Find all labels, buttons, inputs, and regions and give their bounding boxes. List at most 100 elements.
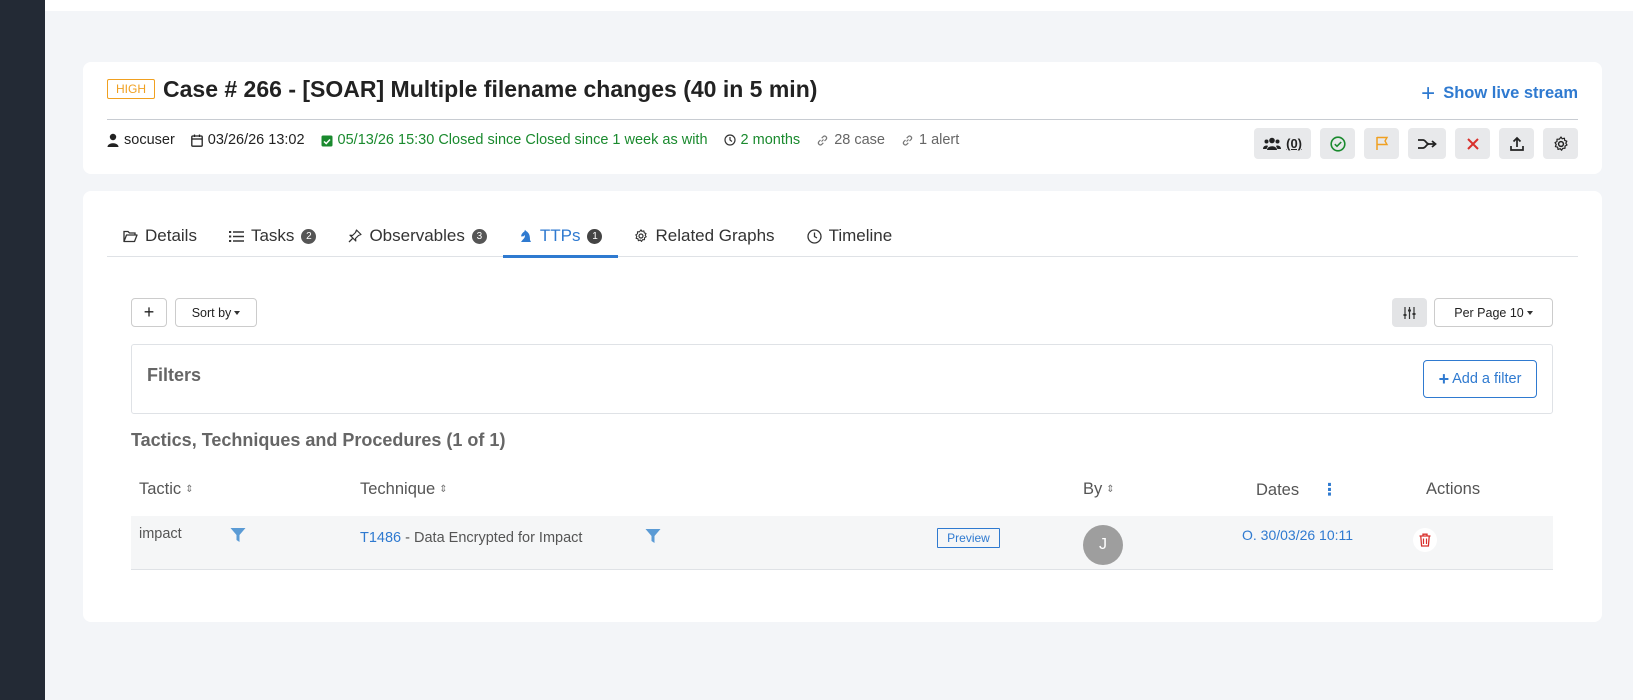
add-ttp-button[interactable]: +	[131, 298, 167, 327]
related-cases-link[interactable]: 28 case	[816, 132, 885, 148]
app-topbar	[45, 0, 1633, 11]
technique-name: - Data Encrypted for Impact	[401, 530, 583, 546]
chess-knight-icon	[520, 229, 531, 242]
severity-badge: HIGH	[107, 79, 155, 99]
sort-by-label: Sort by	[191, 305, 232, 320]
gear-icon	[635, 229, 648, 242]
gear-icon	[1553, 135, 1568, 151]
plus-icon: +	[1438, 368, 1450, 389]
filter-toggle-button[interactable]	[1392, 298, 1427, 327]
ttps-table-header: Tactic ⇕ Technique ⇕ By ⇕ Dates ⋮ Action…	[131, 476, 1553, 506]
per-page-dropdown[interactable]: Per Page 10	[1434, 298, 1553, 327]
sharing-button[interactable]: (0)	[1254, 128, 1311, 159]
trash-icon	[1419, 533, 1431, 547]
users-icon	[1263, 137, 1282, 150]
clock-icon	[806, 228, 822, 244]
sort-icon: ⇕	[185, 484, 194, 495]
app-sidebar	[0, 0, 45, 700]
tab-related-graphs-label: Related Graphs	[655, 226, 775, 245]
filter-funnel-icon[interactable]	[645, 528, 661, 544]
related-cases-text: 28 case	[834, 132, 885, 148]
close-case-button[interactable]	[1320, 128, 1355, 159]
filters-panel: Filters + Add a filter	[131, 344, 1553, 414]
column-header-tactic[interactable]: Tactic ⇕	[139, 480, 194, 499]
case-closed-status: 05/13/26 15:30 Closed since Closed since…	[321, 132, 708, 148]
technique-cell: T1486 - Data Encrypted for Impact	[360, 530, 582, 546]
column-header-dates: Dates ⋮	[1256, 480, 1338, 500]
column-by-label: By	[1083, 480, 1103, 498]
flag-case-button[interactable]	[1364, 128, 1399, 159]
avatar: J	[1083, 525, 1123, 565]
delete-case-button[interactable]	[1455, 128, 1490, 159]
merge-case-button[interactable]	[1408, 128, 1446, 159]
related-alerts-link[interactable]: 1 alert	[901, 132, 959, 148]
column-header-by[interactable]: By ⇕	[1083, 480, 1115, 499]
folder-open-icon	[123, 230, 138, 242]
link-icon	[818, 135, 828, 145]
column-actions-label: Actions	[1426, 480, 1481, 498]
clock-icon	[723, 134, 736, 146]
tab-observables-label: Observables	[369, 226, 465, 245]
calendar-icon	[190, 134, 203, 147]
case-closed-text: 05/13/26 15:30 Closed since Closed since…	[337, 132, 708, 148]
upload-icon	[1509, 136, 1524, 151]
case-settings-button[interactable]	[1543, 128, 1578, 159]
case-duration-text: 2 months	[740, 132, 801, 148]
add-filter-button[interactable]: + Add a filter	[1423, 360, 1537, 398]
show-live-stream-button[interactable]: + Show live stream	[1421, 79, 1578, 107]
tab-tasks-label: Tasks	[250, 226, 295, 245]
list-icon	[228, 230, 244, 242]
per-page-label: Per Page 10	[1454, 305, 1524, 320]
table-row: impact T1486 - Data Encrypted for Impact…	[131, 516, 1553, 570]
sort-by-dropdown[interactable]: Sort by	[175, 298, 257, 327]
case-header-card: HIGH Case # 266 - [SOAR] Multiple filena…	[83, 62, 1602, 174]
sort-icon: ⇕	[1106, 484, 1115, 495]
check-circle-icon	[1329, 135, 1346, 152]
caret-down-icon	[1526, 310, 1533, 315]
merge-icon	[1418, 138, 1437, 149]
related-alerts-text: 1 alert	[918, 132, 960, 148]
pin-icon	[348, 229, 363, 243]
column-tactic-label: Tactic	[139, 480, 182, 498]
sharing-count: (0)	[1286, 136, 1302, 151]
technique-id-link[interactable]: T1486	[360, 530, 401, 546]
tab-ttps-label: TTPs	[539, 226, 581, 245]
tab-observables[interactable]: Observables 3	[332, 215, 502, 257]
tab-tasks[interactable]: Tasks 2	[213, 215, 332, 257]
calendar-check-icon	[321, 135, 333, 146]
caret-down-icon	[234, 310, 241, 315]
user-icon	[107, 133, 119, 147]
case-actions-bar: (0)	[1254, 128, 1578, 159]
sort-icon: ⇕	[439, 484, 448, 495]
tab-details-label: Details	[145, 226, 197, 245]
kebab-menu-icon[interactable]: ⋮	[1321, 480, 1338, 500]
delete-ttp-button[interactable]	[1413, 528, 1437, 552]
tab-related-graphs[interactable]: Related Graphs	[618, 215, 790, 257]
column-header-actions: Actions	[1426, 480, 1480, 499]
tab-timeline[interactable]: Timeline	[791, 215, 909, 257]
sliders-icon	[1403, 306, 1416, 319]
case-created-date: 03/26/26 13:02	[190, 132, 305, 148]
column-technique-label: Technique	[360, 480, 436, 498]
case-content-card: Details Tasks 2 Observables 3 TTPs 1 Rel…	[83, 191, 1602, 622]
tactic-cell: impact	[139, 526, 182, 542]
ttps-section-title: Tactics, Techniques and Procedures (1 of…	[131, 430, 506, 450]
filter-funnel-icon[interactable]	[230, 527, 246, 543]
case-divider	[107, 119, 1578, 120]
case-title: Case # 266 - [SOAR] Multiple filename ch…	[163, 76, 818, 102]
case-duration: 2 months	[723, 132, 801, 148]
filters-title: Filters	[147, 365, 202, 385]
case-owner-name: socuser	[124, 132, 175, 148]
observables-count-badge: 3	[471, 228, 487, 244]
preview-button[interactable]: Preview	[937, 528, 1000, 548]
plus-icon: +	[1421, 79, 1436, 107]
tab-details[interactable]: Details	[107, 215, 213, 257]
tasks-count-badge: 2	[301, 228, 317, 244]
case-created-text: 03/26/26 13:02	[207, 132, 305, 148]
case-owner[interactable]: socuser	[107, 132, 175, 148]
tab-ttps[interactable]: TTPs 1	[502, 215, 619, 258]
occurrence-date-link[interactable]: O. 30/03/26 10:11	[1242, 527, 1353, 543]
flag-icon	[1375, 136, 1388, 150]
column-header-technique[interactable]: Technique ⇕	[360, 480, 448, 499]
export-case-button[interactable]	[1499, 128, 1534, 159]
